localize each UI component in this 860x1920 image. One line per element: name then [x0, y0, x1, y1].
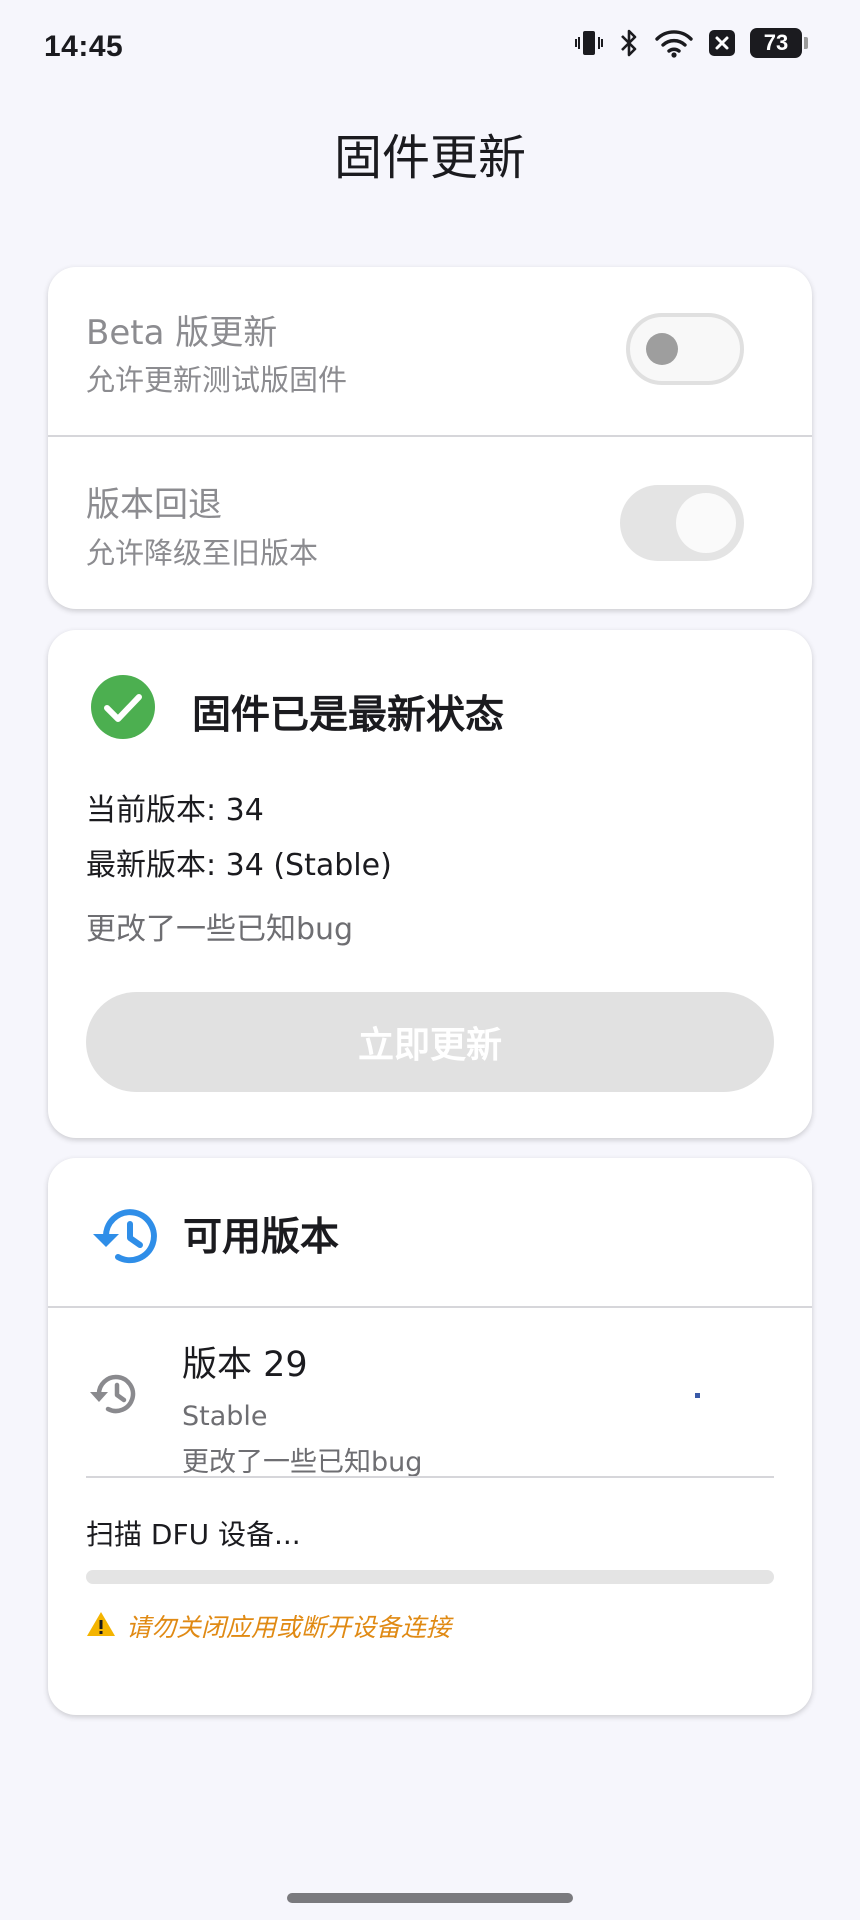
status-title: 固件已是最新状态: [192, 693, 505, 738]
version-notes: 更改了一些已知bug: [182, 1447, 423, 1478]
beta-update-row[interactable]: Beta 版更新 允许更新测试版固件: [48, 267, 812, 437]
beta-update-title: Beta 版更新: [86, 313, 278, 353]
settings-card: Beta 版更新 允许更新测试版固件 版本回退 允许降级至旧版本: [48, 267, 812, 609]
beta-update-toggle[interactable]: [626, 313, 744, 385]
rollback-subtitle: 允许降级至旧版本: [86, 536, 319, 570]
status-bar: 14:45 73: [0, 0, 860, 100]
firmware-status-card: 固件已是最新状态 当前版本: 34 最新版本: 34 (Stable) 更改了一…: [48, 630, 812, 1138]
dfu-progress-bar: [86, 1570, 774, 1584]
divider: [86, 1476, 774, 1478]
status-icons: 73: [574, 28, 808, 58]
loading-spinner: [695, 1393, 700, 1398]
version-channel: Stable: [182, 1401, 268, 1432]
toggle-knob: [676, 493, 736, 553]
check-circle-icon: [90, 674, 156, 744]
current-version: 当前版本: 34: [86, 793, 264, 828]
latest-version: 最新版本: 34 (Stable): [86, 848, 392, 883]
warning-message: 请勿关闭应用或断开设备连接: [86, 1608, 451, 1644]
history-icon: [88, 1204, 158, 1272]
divider: [48, 1306, 812, 1308]
dfu-scan-status: 扫描 DFU 设备...: [86, 1518, 301, 1551]
toggle-knob: [646, 333, 678, 365]
warning-icon: [86, 1610, 116, 1642]
wifi-icon: [654, 28, 694, 58]
rollback-row[interactable]: 版本回退 允许降级至旧版本: [48, 437, 812, 607]
warning-text: 请勿关闭应用或断开设备连接: [126, 1613, 452, 1642]
bluetooth-icon: [618, 28, 640, 58]
available-versions-card: 可用版本 版本 29 Stable 更改了一些已知bug 扫描 DFU 设备..…: [48, 1158, 812, 1715]
rollback-title: 版本回退: [86, 485, 222, 525]
battery-icon: 73: [750, 28, 808, 58]
rollback-toggle[interactable]: [620, 485, 744, 561]
battery-level: 73: [763, 30, 789, 55]
update-now-button[interactable]: 立即更新: [86, 992, 774, 1092]
history-icon: [86, 1370, 140, 1422]
page-title: 固件更新: [333, 130, 526, 186]
available-versions-title: 可用版本: [183, 1215, 340, 1260]
beta-update-subtitle: 允许更新测试版固件: [86, 363, 348, 397]
status-time: 14:45: [44, 30, 124, 63]
release-notes: 更改了一些已知bug: [86, 912, 354, 947]
version-title: 版本 29: [182, 1345, 308, 1385]
close-box-icon: [708, 29, 736, 57]
home-indicator[interactable]: [287, 1893, 573, 1903]
vibrate-icon: [574, 28, 604, 58]
